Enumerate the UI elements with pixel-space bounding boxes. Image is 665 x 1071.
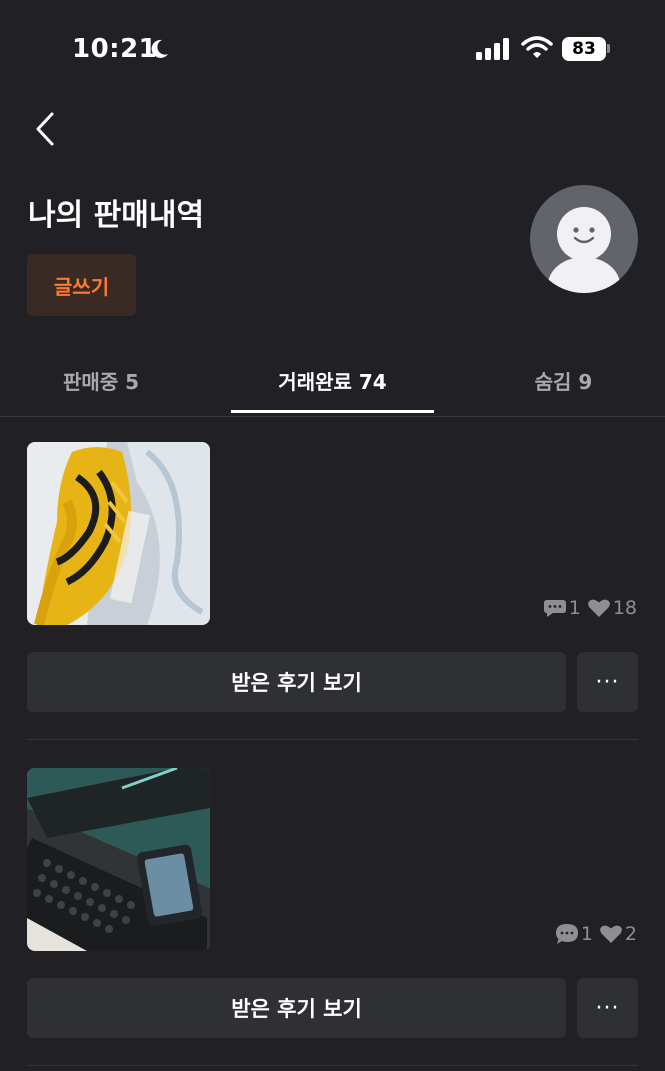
battery-cap (607, 44, 610, 53)
more-button[interactable]: ··· (577, 652, 638, 712)
page-title: 나의 판매내역 (28, 198, 205, 233)
view-reviews-button[interactable]: 받은 후기 보기 (27, 652, 566, 712)
more-button[interactable]: ··· (577, 978, 638, 1038)
chat-count: 1 (568, 597, 581, 619)
divider (27, 1065, 638, 1066)
battery-level: 83 (572, 39, 596, 59)
item-stats: 1 18 (537, 597, 637, 619)
write-button[interactable]: 글쓰기 (27, 254, 136, 316)
wifi-icon (521, 36, 553, 58)
status-bar: 10:21 83 (0, 0, 665, 100)
profile-placeholder-icon (548, 207, 620, 293)
moon-icon (151, 39, 168, 58)
like-count: 2 (624, 923, 637, 945)
heart-icon (600, 925, 622, 943)
like-count: 18 (612, 597, 637, 619)
divider (27, 739, 638, 740)
tab-bar: 판매중 5 거래완료 74 숨김 9 (0, 346, 665, 417)
status-time: 10:21 (72, 34, 158, 64)
item-stats: 1 2 (549, 923, 637, 945)
tab-completed[interactable]: 거래완료 74 (231, 346, 434, 414)
chat-icon (555, 924, 578, 944)
tab-selling[interactable]: 판매중 5 (0, 346, 202, 414)
item-thumbnail[interactable] (27, 768, 210, 951)
chat-icon (543, 600, 566, 617)
chat-count: 1 (580, 923, 593, 945)
signal-icon (476, 38, 509, 60)
heart-icon (587, 599, 610, 617)
battery-icon: 83 (562, 37, 606, 61)
avatar[interactable] (530, 185, 638, 293)
back-button[interactable] (28, 108, 68, 152)
active-tab-indicator (231, 410, 434, 413)
tab-hidden[interactable]: 숨김 9 (462, 346, 665, 414)
sneaker-image (27, 442, 210, 625)
item-thumbnail[interactable] (27, 442, 210, 625)
chevron-left-icon (36, 112, 54, 146)
view-reviews-button[interactable]: 받은 후기 보기 (27, 978, 566, 1038)
keyboard-image (27, 768, 210, 951)
